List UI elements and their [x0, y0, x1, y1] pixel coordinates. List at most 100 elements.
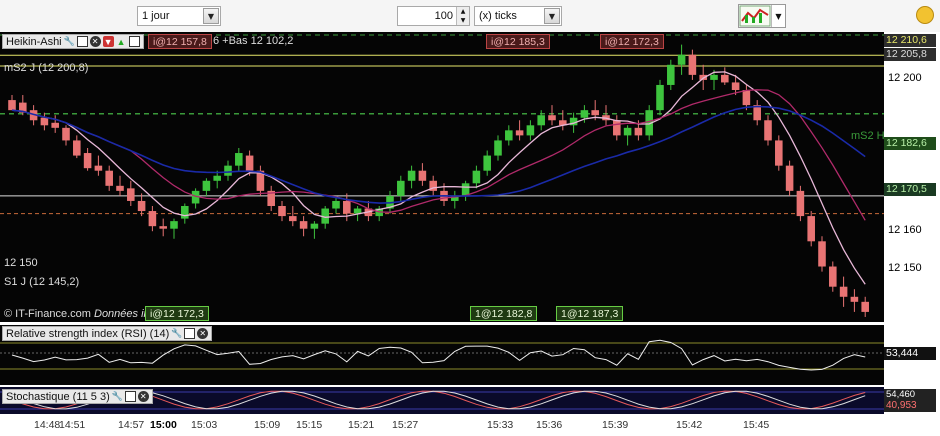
rsi-line — [11, 339, 866, 371]
candle-body — [764, 120, 772, 141]
axis-label-ma: 12 170,5 — [884, 183, 936, 196]
candle-body — [353, 208, 362, 214]
candle-body — [613, 120, 621, 136]
top-tag: i@12 185,3 — [486, 34, 550, 49]
window-icon-2[interactable] — [128, 36, 140, 47]
ticks-spinner[interactable]: 100 ▲ ▼ — [397, 6, 470, 26]
candle-body — [839, 286, 848, 297]
time-label: 15:36 — [536, 419, 563, 431]
ms2-label: mS2 J (12 200,8) — [4, 62, 89, 74]
close-icon[interactable]: ✕ — [89, 36, 101, 47]
buy-arrow-icon[interactable]: ▲ — [116, 36, 127, 47]
stoch-value-bottom: 40,953 — [884, 400, 936, 412]
s1-label: S1 J (12 145,2) — [4, 276, 80, 288]
candle-body — [580, 110, 589, 118]
axis-label-top: 12 210,6 — [884, 34, 936, 47]
chevron-down-icon[interactable]: ▼ — [203, 8, 219, 24]
wrench-icon[interactable]: 🔧 — [64, 36, 75, 47]
candle-body — [494, 140, 502, 156]
candle-body — [148, 211, 157, 227]
candle-body — [710, 74, 718, 80]
time-label: 15:39 — [602, 419, 629, 431]
candle-body — [656, 84, 664, 111]
time-label: 15:42 — [676, 419, 703, 431]
candle-body — [861, 301, 869, 312]
candle-body — [170, 221, 178, 229]
candle-body — [83, 153, 92, 169]
time-label: 15:03 — [191, 419, 218, 431]
candle-body — [245, 155, 254, 171]
time-label: 15:27 — [392, 419, 419, 431]
stoch-value-top: 54,460 — [884, 389, 936, 400]
candle-body — [299, 221, 308, 229]
rsi-panel-title: Relative strength index (RSI) (14) — [6, 327, 170, 340]
candle-body — [137, 200, 146, 212]
candle-body — [623, 127, 632, 136]
time-label: 15:09 — [254, 419, 281, 431]
candle-body — [116, 185, 124, 191]
top-tag: i@12 172,3 — [600, 34, 664, 49]
ma-long-line — [11, 105, 866, 204]
window-icon[interactable] — [76, 36, 88, 47]
chevron-down-icon[interactable]: ▼ — [544, 8, 560, 24]
axis-label: 12 150 — [888, 262, 922, 274]
toolbar: 1 jour ▼ 100 ▲ ▼ (x) ticks ▼ ▼ — [0, 0, 940, 33]
candle-body — [51, 122, 59, 128]
wrench-icon[interactable]: 🔧 — [112, 391, 123, 402]
close-icon[interactable]: ✕ — [197, 328, 209, 339]
candle-body — [8, 100, 16, 111]
ticks-unit-value: (x) ticks — [479, 10, 517, 22]
spinner-buttons[interactable]: ▲ ▼ — [456, 7, 469, 25]
ticks-unit-select[interactable]: (x) ticks ▼ — [474, 6, 562, 26]
candle-body — [278, 206, 286, 217]
chevron-down-icon[interactable]: ▼ — [771, 5, 785, 27]
candle-body — [397, 180, 405, 196]
candle-body — [105, 170, 113, 186]
axis-label: 12 205,8 — [884, 48, 936, 61]
candle-body — [343, 200, 351, 214]
time-label: 15:15 — [296, 419, 323, 431]
candle-body — [677, 54, 686, 65]
credit-text: © IT-Finance.com — [4, 308, 91, 320]
candle-body — [721, 74, 729, 83]
candle-body — [73, 140, 81, 156]
ticks-value: 100 — [434, 10, 453, 22]
period-select[interactable]: 1 jour ▼ — [137, 6, 221, 26]
candle-body — [775, 140, 783, 166]
sell-arrow-icon[interactable]: ▼ — [102, 36, 114, 47]
price-12150-label: 12 150 — [4, 257, 38, 269]
time-label: 15:21 — [348, 419, 375, 431]
candle-body — [785, 165, 794, 191]
time-label-bold: 15:00 — [150, 419, 177, 431]
axis-label: 12 160 — [888, 224, 922, 236]
wrench-icon[interactable]: 🔧 — [171, 328, 182, 339]
bottom-tag: 1@12 187,3 — [556, 306, 624, 321]
chart-type-icon — [739, 5, 771, 27]
spin-up-icon[interactable]: ▲ — [457, 7, 469, 16]
candle-body — [40, 117, 49, 126]
price-panel-header: Heikin-Ashi 🔧 ✕ ▼ ▲ — [2, 34, 144, 49]
candle-body — [332, 200, 340, 209]
stoch-panel-title: Stochastique (11 5 3) — [6, 390, 110, 403]
candle-body — [235, 153, 243, 166]
candle-body — [159, 226, 167, 229]
candle-body — [807, 216, 815, 242]
window-icon[interactable] — [124, 391, 136, 402]
candle-body — [213, 175, 221, 181]
alert-icon[interactable] — [916, 6, 934, 24]
candle-body — [62, 127, 70, 141]
ms2-short-label: mS2 H — [851, 130, 885, 142]
time-label: 15:33 — [487, 419, 514, 431]
window-icon[interactable] — [184, 328, 196, 339]
candle-body — [818, 241, 826, 267]
rsi-value: 53,444 — [884, 347, 936, 360]
candle-body — [224, 165, 232, 176]
close-icon[interactable]: ✕ — [137, 391, 149, 402]
candle-body — [505, 130, 513, 141]
chart-type-button[interactable]: ▼ — [738, 4, 786, 28]
top-tag-left: i@12 157,8 — [148, 34, 212, 49]
price-chart[interactable] — [0, 32, 884, 322]
candle-body — [731, 82, 740, 90]
spin-down-icon[interactable]: ▼ — [457, 16, 469, 25]
candle-body — [526, 125, 535, 136]
